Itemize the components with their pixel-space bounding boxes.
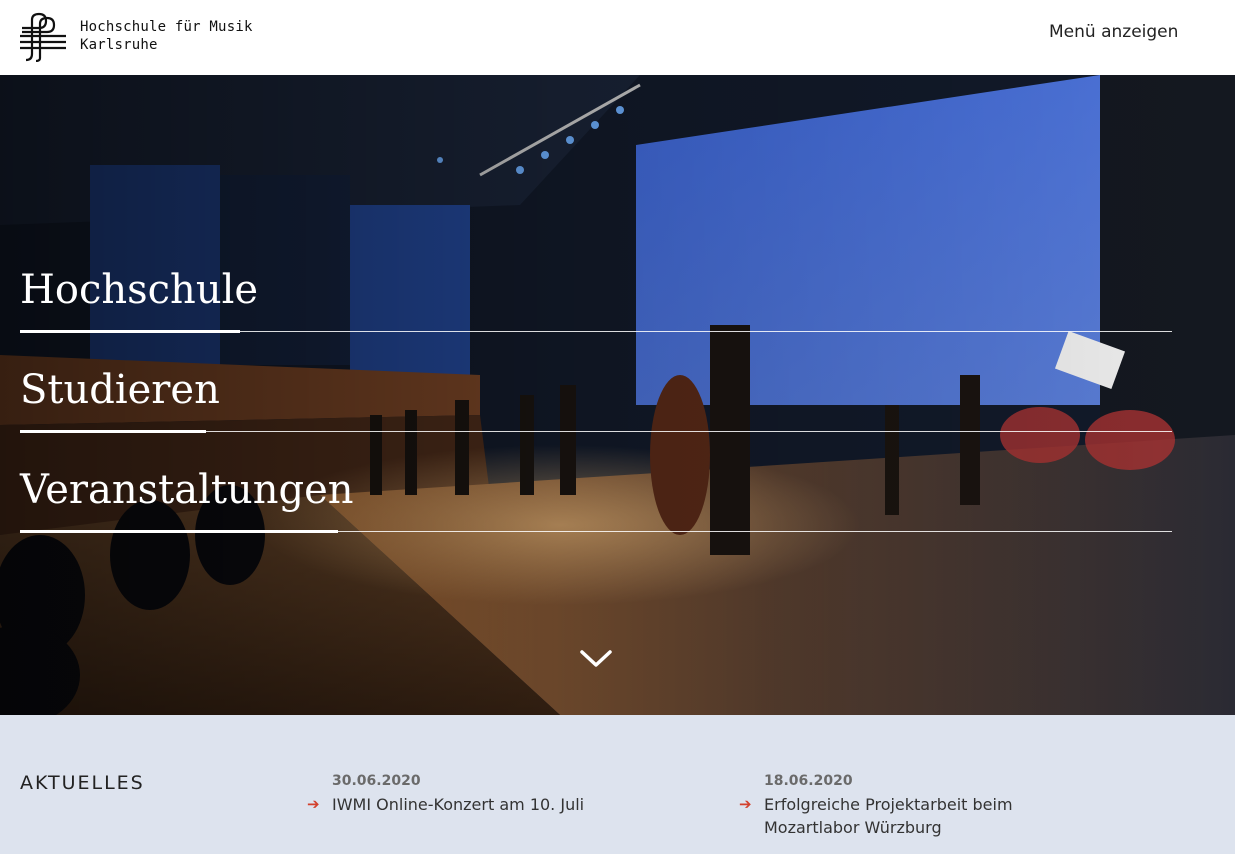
nav-underline [20,430,206,433]
menu-button[interactable]: Menü anzeigen [1049,22,1178,42]
nav-studieren-label: Studieren [20,367,220,413]
nav-hochschule[interactable]: Hochschule [20,237,1172,337]
logo-line-2: Karlsruhe [80,37,158,53]
site-logo[interactable]: Hochschule für Musik Karlsruhe [18,10,253,62]
logo-line-1: Hochschule für Musik [80,19,253,35]
chevron-down-icon[interactable] [578,647,614,671]
arrow-right-icon: ➔ [739,795,752,813]
nav-underline [20,530,338,533]
news-heading: AKTUELLES [20,772,145,794]
nav-hochschule-label: Hochschule [20,267,259,313]
arrow-right-icon: ➔ [307,795,320,813]
nav-veranstaltungen[interactable]: Veranstaltungen [20,437,1172,537]
news-date: 30.06.2020 [332,773,421,789]
news-date: 18.06.2020 [764,773,853,789]
hero-banner: Hochschule Studieren Veranstaltungen [0,75,1235,715]
news-item[interactable]: 30.06.2020 ➔ IWMI Online-Konzert am 10. … [307,773,707,816]
news-item[interactable]: 18.06.2020 ➔ Erfolgreiche Projektarbeit … [739,773,1119,839]
logo-icon [20,12,66,62]
news-link[interactable]: IWMI Online-Konzert am 10. Juli [332,793,584,816]
nav-underline [20,330,240,333]
nav-studieren[interactable]: Studieren [20,337,1172,437]
nav-veranstaltungen-label: Veranstaltungen [20,467,354,513]
news-section: AKTUELLES 30.06.2020 ➔ IWMI Online-Konze… [0,715,1235,854]
news-link[interactable]: Erfolgreiche Projektarbeit beim Mozartla… [764,793,1104,839]
site-header: Hochschule für Musik Karlsruhe Menü anze… [0,0,1235,75]
